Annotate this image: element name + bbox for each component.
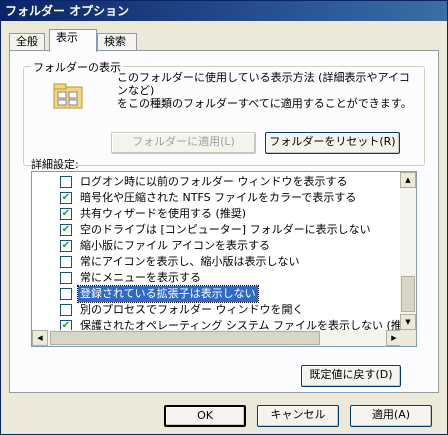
list-item[interactable]: ログオン時に以前のフォルダー ウィンドウを表示する bbox=[32, 174, 402, 190]
list-item-label: 共有ウィザードを使用する (推奨) bbox=[80, 207, 247, 220]
checkbox[interactable]: ✔ bbox=[60, 240, 72, 252]
checkbox[interactable] bbox=[60, 304, 72, 316]
advanced-settings-label: 詳細設定: bbox=[31, 158, 79, 171]
list-item-label: 空のドライブは [コンピューター] フォルダーに表示しない bbox=[80, 223, 371, 236]
list-item-label: 別のプロセスでフォルダー ウィンドウを開く bbox=[80, 303, 304, 316]
list-item[interactable]: ✔ 縮小版にファイル アイコンを表示する bbox=[32, 238, 402, 254]
list-item-label: 登録されている拡張子は表示しない bbox=[77, 285, 259, 303]
apply-button[interactable]: 適用(A) bbox=[350, 405, 432, 427]
folder-view-description-line2: をこの種類のフォルダーすべてに適用することができます。 bbox=[117, 97, 412, 110]
cancel-button[interactable]: キャンセル bbox=[257, 405, 339, 427]
list-item-label: ログオン時に以前のフォルダー ウィンドウを表示する bbox=[80, 175, 348, 188]
checkbox[interactable]: ✔ bbox=[60, 192, 72, 204]
list-item-label: 暗号化や圧縮された NTFS ファイルをカラーで表示する bbox=[80, 191, 357, 204]
list-item-label: 縮小版にファイル アイコンを表示する bbox=[80, 239, 270, 252]
folder-view-icon bbox=[53, 83, 83, 109]
vertical-scroll-thumb[interactable] bbox=[401, 276, 415, 312]
checkbox[interactable]: ✔ bbox=[60, 208, 72, 220]
horizontal-scroll-thumb[interactable] bbox=[50, 331, 320, 345]
scroll-down-icon[interactable]: ▼ bbox=[400, 314, 416, 330]
list-item[interactable]: 常にアイコンを表示し、縮小版は表示しない bbox=[32, 254, 402, 270]
checkbox[interactable]: ✔ bbox=[60, 224, 72, 236]
apply-to-folders-button[interactable]: フォルダーに適用(L) bbox=[111, 132, 256, 154]
scrollbar-corner bbox=[400, 330, 416, 346]
folder-view-group-title: フォルダーの表示 bbox=[31, 59, 123, 75]
list-item[interactable]: 常にメニューを表示する bbox=[32, 270, 402, 286]
list-item-label: 常にアイコンを表示し、縮小版は表示しない bbox=[80, 255, 300, 268]
tab-view[interactable]: 表示 bbox=[49, 29, 97, 52]
list-item[interactable]: ✔ 空のドライブは [コンピューター] フォルダーに表示しない bbox=[32, 222, 402, 238]
restore-defaults-button[interactable]: 既定値に戻す(D) bbox=[301, 365, 401, 387]
window-title: フォルダー オプション bbox=[1, 1, 447, 21]
scroll-up-icon[interactable]: ▲ bbox=[400, 172, 416, 188]
tab-search[interactable]: 検索 bbox=[97, 33, 137, 51]
vertical-scrollbar[interactable]: ▲ ▼ bbox=[400, 172, 416, 330]
ok-button[interactable]: OK bbox=[164, 405, 246, 427]
list-item-label: 常にメニューを表示する bbox=[80, 271, 201, 284]
reset-folders-button[interactable]: フォルダーをリセット(R) bbox=[265, 132, 400, 154]
tab-general[interactable]: 全般 bbox=[9, 33, 45, 51]
checkbox[interactable] bbox=[60, 256, 72, 268]
checkbox[interactable] bbox=[60, 176, 72, 188]
folder-options-dialog: フォルダー オプション 全般 表示 検索 フォルダーの表示 このフォルダーに使用… bbox=[0, 0, 448, 435]
list-item[interactable]: ✔ 共有ウィザードを使用する (推奨) bbox=[32, 206, 402, 222]
checkbox[interactable] bbox=[60, 288, 72, 300]
advanced-settings-list[interactable]: ログオン時に以前のフォルダー ウィンドウを表示する ✔ 暗号化や圧縮された NTFS… bbox=[31, 171, 417, 347]
horizontal-scrollbar[interactable]: ◀ ▶ bbox=[32, 330, 402, 346]
list-item[interactable]: ✔ 暗号化や圧縮された NTFS ファイルをカラーで表示する bbox=[32, 190, 402, 206]
list-item[interactable]: 登録されている拡張子は表示しない bbox=[32, 285, 402, 303]
folder-view-description: このフォルダーに使用している表示方法 (詳細表示やアイコンなど) をこの種類のフ… bbox=[117, 71, 417, 110]
scroll-left-icon[interactable]: ◀ bbox=[32, 330, 48, 346]
folder-view-description-line1: このフォルダーに使用している表示方法 (詳細表示やアイコンなど) bbox=[117, 71, 410, 97]
list-item[interactable]: 別のプロセスでフォルダー ウィンドウを開く bbox=[32, 302, 402, 318]
checkbox[interactable] bbox=[60, 272, 72, 284]
